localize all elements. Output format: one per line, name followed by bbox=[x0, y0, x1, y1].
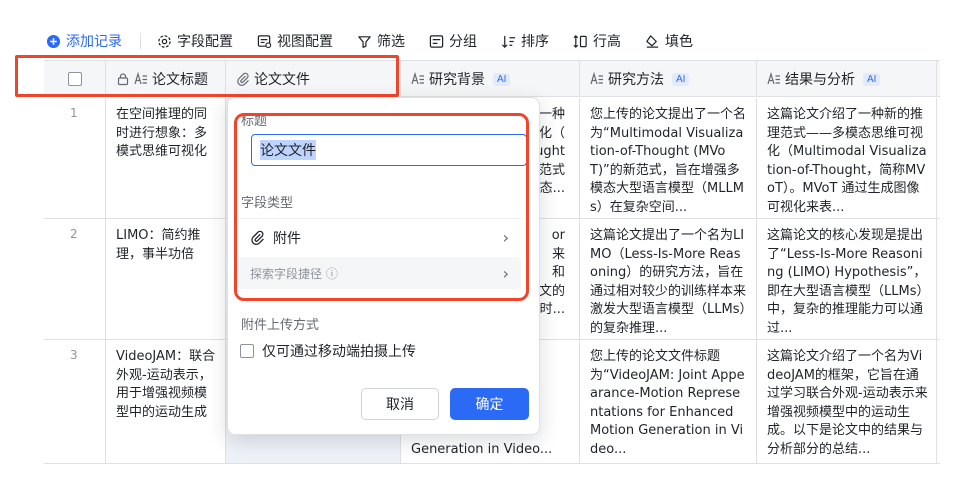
toolbar: 添加记录 字段配置 视图配置 筛选 分组 排序 行高 填色 bbox=[46, 26, 717, 56]
title-input-value: 论文文件 bbox=[260, 140, 316, 160]
column-header-title[interactable]: 论文标题 bbox=[106, 61, 226, 97]
ai-badge: AI bbox=[863, 72, 881, 86]
gear-icon bbox=[158, 34, 171, 48]
chevron-right-icon: › bbox=[502, 263, 509, 283]
row-number: 1 bbox=[44, 98, 106, 218]
column-title-label: 论文标题 bbox=[152, 72, 208, 88]
mobile-only-checkbox[interactable] bbox=[240, 344, 254, 358]
explore-shortcut-label: 探索字段捷径 ⓘ bbox=[250, 266, 338, 281]
explore-shortcut-button[interactable]: 探索字段捷径 ⓘ › bbox=[238, 257, 521, 289]
paperclip-icon bbox=[251, 230, 264, 245]
title-cell[interactable]: VideoJAM：联合外观-运动表示，用于增强视频模型中的运动生成 bbox=[106, 340, 226, 463]
sort-label: 排序 bbox=[521, 34, 549, 50]
text-field-icon bbox=[134, 72, 147, 85]
paperclip-icon bbox=[237, 72, 249, 86]
title-cell[interactable]: 在空间推理的同时进行想象：多模式思维可视化 bbox=[106, 98, 226, 218]
view-config-button[interactable]: 视图配置 bbox=[257, 31, 333, 51]
filter-icon bbox=[358, 35, 371, 48]
view-config-icon bbox=[257, 34, 272, 48]
add-record-button[interactable]: 添加记录 bbox=[46, 31, 122, 51]
column-file-label: 论文文件 bbox=[254, 72, 310, 88]
field-config-label: 字段配置 bbox=[177, 34, 233, 50]
fill-color-label: 填色 bbox=[665, 34, 693, 50]
add-record-label: 添加记录 bbox=[66, 34, 122, 50]
paint-bucket-icon bbox=[646, 34, 659, 48]
column-header-result[interactable]: 结果与分析 AI bbox=[757, 61, 937, 97]
view-config-label: 视图配置 bbox=[277, 34, 333, 50]
mobile-only-option[interactable]: 仅可通过移动端拍摄上传 bbox=[240, 341, 416, 361]
title-input[interactable]: 论文文件 bbox=[251, 134, 527, 166]
ai-badge: AI bbox=[672, 72, 690, 86]
column-header-background[interactable]: 研究背景 AI bbox=[401, 61, 580, 97]
ai-badge: AI bbox=[493, 72, 511, 86]
group-button[interactable]: 分组 bbox=[429, 31, 477, 51]
column-background-label: 研究背景 bbox=[429, 72, 485, 88]
result-cell[interactable]: 这篇论文介绍了一种新的推理范式——多模态思维可视化（Multimodal Vis… bbox=[757, 98, 937, 218]
row-height-label: 行高 bbox=[593, 34, 621, 50]
method-cell[interactable]: 您上传的论文文件标题为“VideoJAM: Joint Appearance-M… bbox=[580, 340, 757, 463]
field-edit-popup: 标题 论文文件 字段类型 附件 › 探索字段捷径 ⓘ › 附件上传方式 仅可通过… bbox=[227, 97, 540, 435]
text-field-icon bbox=[767, 72, 780, 85]
text-field-icon bbox=[411, 72, 424, 85]
cancel-button[interactable]: 取消 bbox=[361, 388, 439, 420]
plus-circle-icon bbox=[46, 34, 61, 48]
table-header: 论文标题 论文文件 研究背景 AI 研究方法 AI 结果与分析 AI bbox=[44, 61, 940, 97]
toolbar-divider bbox=[140, 33, 141, 49]
title-cell[interactable]: LIMO：简约推理，事半功倍 bbox=[106, 219, 226, 339]
column-header-method[interactable]: 研究方法 AI bbox=[580, 61, 757, 97]
title-field-label: 标题 bbox=[241, 114, 268, 129]
confirm-button[interactable]: 确定 bbox=[450, 388, 529, 420]
sort-button[interactable]: 排序 bbox=[501, 31, 549, 51]
select-all-checkbox[interactable] bbox=[67, 72, 82, 86]
row-height-button[interactable]: 行高 bbox=[573, 31, 621, 51]
result-cell[interactable]: 这篇论文介绍了一个名为VideoJAM的框架，它旨在通过学习联合外观-运动表示来… bbox=[757, 340, 937, 463]
mobile-only-label: 仅可通过移动端拍摄上传 bbox=[262, 344, 416, 360]
text-field-icon bbox=[590, 72, 603, 85]
sort-icon bbox=[501, 35, 516, 48]
column-header-file[interactable]: 论文文件 bbox=[226, 61, 401, 97]
method-cell[interactable]: 您上传的论文提出了一个名为“Multimodal Visualization-o… bbox=[580, 98, 757, 218]
group-icon bbox=[429, 34, 444, 48]
result-cell[interactable]: 这篇论文的核心发现是提出了“Less-Is-More Reasoning (LI… bbox=[757, 219, 937, 339]
row-height-icon bbox=[573, 34, 587, 48]
chevron-right-icon: › bbox=[502, 228, 509, 247]
fill-color-button[interactable]: 填色 bbox=[645, 31, 693, 51]
upload-method-label: 附件上传方式 bbox=[241, 318, 320, 333]
group-label: 分组 bbox=[449, 34, 477, 50]
field-type-value: 附件 bbox=[273, 230, 301, 247]
field-config-button[interactable]: 字段配置 bbox=[157, 31, 233, 51]
filter-button[interactable]: 筛选 bbox=[357, 31, 405, 51]
column-method-label: 研究方法 bbox=[608, 72, 664, 88]
row-number: 2 bbox=[44, 219, 106, 339]
bg-fragment: Generation in Video... bbox=[411, 442, 553, 457]
method-cell[interactable]: 这篇论文提出了一个名为LIMO（Less-Is-More Reasoning）的… bbox=[580, 219, 757, 339]
field-type-label: 字段类型 bbox=[241, 196, 294, 211]
row-number: 3 bbox=[44, 340, 106, 463]
select-all-cell bbox=[44, 61, 106, 97]
field-type-select[interactable]: 附件 › bbox=[238, 218, 521, 256]
lock-icon bbox=[117, 73, 129, 86]
column-result-label: 结果与分析 bbox=[785, 72, 855, 88]
filter-label: 筛选 bbox=[377, 34, 405, 50]
